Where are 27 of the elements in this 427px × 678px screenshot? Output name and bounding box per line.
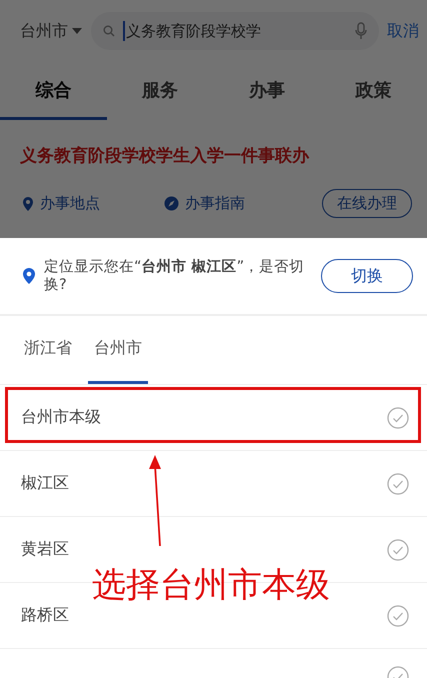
online-button[interactable]: 在线办理 [322,189,412,218]
guide-link[interactable]: 办事地点 [40,194,100,213]
check-circle-icon [387,604,409,626]
city-selector[interactable]: 台州市 [20,20,83,42]
region-item[interactable]: 台州市本级 [0,385,427,451]
switch-button[interactable]: 切换 [321,259,413,293]
location-prompt: 定位显示您在“台州市 椒江区”，是否切换? [44,258,306,294]
check-circle-icon [387,472,409,494]
search-icon [103,25,115,37]
location-pin-icon [22,267,36,285]
category-tab[interactable]: 办事 [214,62,320,120]
search-input[interactable]: 义务教育阶段学校学 [123,21,347,41]
microphone-icon[interactable] [355,22,367,40]
category-tab[interactable]: 综合 [0,62,107,120]
guide-link[interactable]: 办事指南 [185,194,245,213]
category-tab[interactable]: 服务 [106,62,214,120]
caret-icon [71,27,83,35]
compass-icon [164,196,179,211]
check-circle-icon [387,406,409,428]
search-bar[interactable]: 义务教育阶段学校学 [91,12,379,50]
check-circle-icon [387,538,409,560]
region-tab[interactable]: 台州市 [88,316,148,384]
region-tab[interactable]: 浙江省 [18,316,78,384]
cancel-link[interactable]: 取消 [387,20,419,42]
result-title[interactable]: 义务教育阶段学校学生入学一件事联办 [0,120,427,167]
location-pin-icon [22,196,34,212]
category-tab[interactable]: 政策 [320,62,427,120]
